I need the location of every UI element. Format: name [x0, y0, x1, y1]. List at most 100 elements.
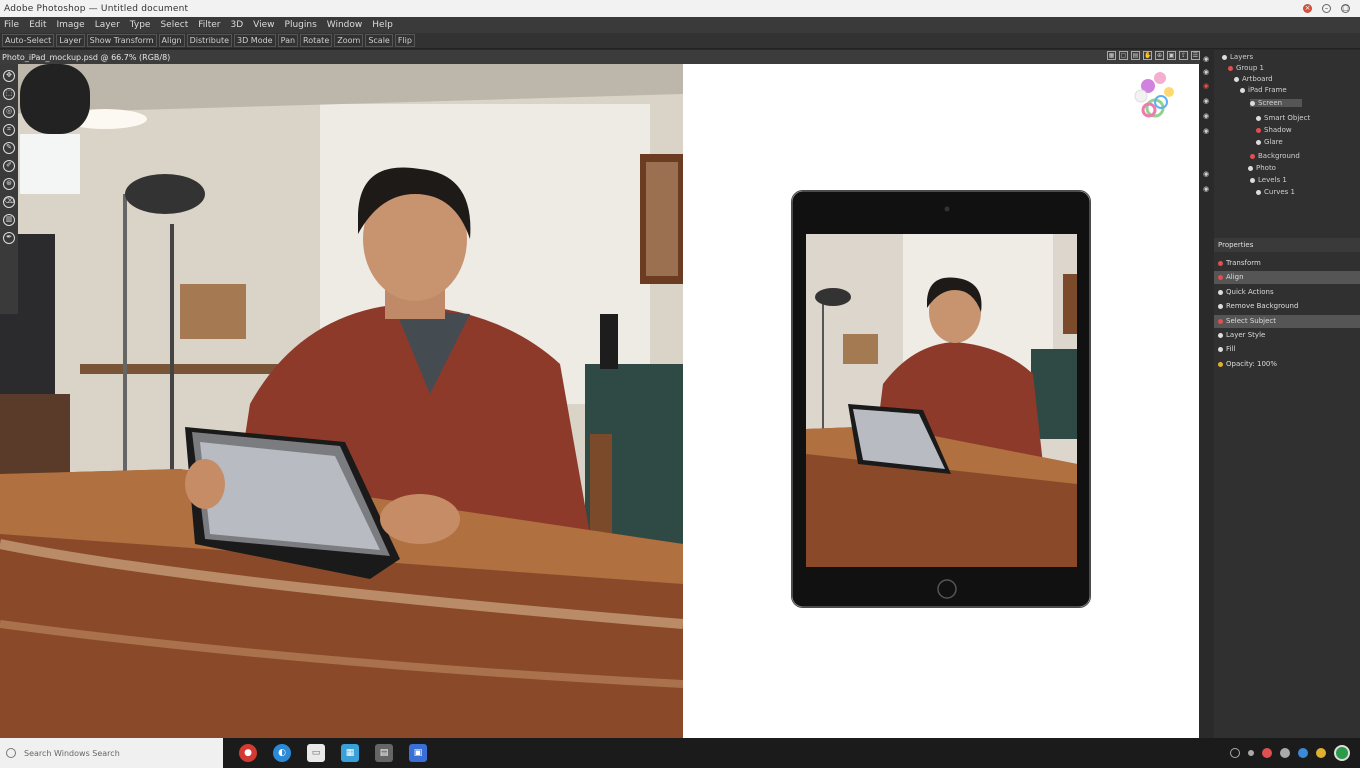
menu-item[interactable]: Layer	[95, 20, 120, 30]
layers-tree-item[interactable]: Photo	[1248, 164, 1276, 172]
menu-item[interactable]: View	[253, 20, 274, 30]
record-icon[interactable]	[1262, 748, 1272, 758]
panel-icon-strip: ◉ ◉ ◉ ◉ ◉ ◉ ◉ ◉	[1200, 50, 1214, 738]
properties-row[interactable]: Layer Style	[1214, 329, 1360, 342]
properties-row-selected[interactable]: Align	[1214, 271, 1360, 284]
layers-tree-item[interactable]: Curves 1	[1256, 188, 1295, 196]
network-icon[interactable]	[1298, 748, 1308, 758]
canvas-photo[interactable]	[0, 64, 683, 738]
layers-tree-item[interactable]: iPad Frame	[1240, 86, 1287, 94]
settings-app-icon[interactable]: ▣	[409, 744, 427, 762]
layers-tree-item[interactable]: Artboard	[1234, 75, 1273, 83]
layers-tree-item[interactable]: Layers	[1222, 53, 1253, 61]
layers-tree-item[interactable]: Levels 1	[1250, 176, 1287, 184]
panel-icon[interactable]: ◉	[1203, 185, 1209, 193]
lasso-tool-icon[interactable]: ◎	[3, 106, 15, 118]
screen-mode-icon[interactable]: ▣	[1167, 51, 1176, 60]
arrange-icon[interactable]: ▤	[1131, 51, 1140, 60]
pen-tool-icon[interactable]: ✒	[3, 232, 15, 244]
option-button[interactable]: Layer	[56, 34, 85, 47]
close-icon[interactable]: ×	[1303, 4, 1312, 13]
properties-row[interactable]: Transform	[1214, 257, 1360, 270]
menu-item[interactable]: Type	[130, 20, 151, 30]
hand-icon[interactable]: ✋	[1143, 51, 1152, 60]
panel-icon[interactable]: ◉	[1203, 97, 1209, 105]
properties-row[interactable]: Fill	[1214, 343, 1360, 356]
panel-icon[interactable]: ◉	[1203, 82, 1209, 90]
search-icon	[6, 748, 16, 758]
window-title: Adobe Photoshop — Untitled document	[4, 3, 189, 14]
store-app-icon[interactable]: ▦	[341, 744, 359, 762]
system-tray	[1230, 745, 1360, 761]
eraser-tool-icon[interactable]: ⌫	[3, 196, 15, 208]
option-button[interactable]: Distribute	[186, 34, 233, 47]
document-tab[interactable]: Photo_iPad_mockup.psd @ 66.7% (RGB/8)	[0, 53, 170, 62]
search-placeholder: Search Windows Search	[24, 748, 120, 758]
layers-tree-item[interactable]: Smart Object	[1256, 114, 1310, 122]
mail-app-icon[interactable]: ▤	[375, 744, 393, 762]
menu-bar: File Edit Image Layer Type Select Filter…	[0, 17, 1360, 33]
minimize-icon[interactable]: –	[1322, 4, 1331, 13]
workspace-icon[interactable]: ☰	[1191, 51, 1200, 60]
menu-item[interactable]: Edit	[29, 20, 46, 30]
option-button[interactable]: 3D Mode	[234, 34, 276, 47]
layers-tree-item[interactable]: Shadow	[1256, 126, 1292, 134]
gradient-tool-icon[interactable]: ▥	[3, 214, 15, 226]
menu-item[interactable]: Select	[160, 20, 188, 30]
canvas-mockup[interactable]	[683, 64, 1199, 738]
taskbar-search[interactable]: Search Windows Search	[0, 738, 223, 768]
menu-item[interactable]: 3D	[231, 20, 244, 30]
menu-item[interactable]: Help	[372, 20, 393, 30]
window-controls: × – □	[1303, 4, 1360, 13]
move-tool-icon[interactable]: ✥	[3, 70, 15, 82]
option-button[interactable]: Show Transform	[86, 34, 157, 47]
option-button[interactable]: Align	[158, 34, 185, 47]
layers-tree-item[interactable]: Background	[1250, 152, 1300, 160]
menu-item[interactable]: File	[4, 20, 19, 30]
action-center-icon[interactable]	[1334, 745, 1350, 761]
option-button[interactable]: Auto-Select	[2, 34, 55, 47]
frame-icon[interactable]: ▢	[1119, 51, 1128, 60]
option-button[interactable]: Pan	[277, 34, 299, 47]
panel-icon[interactable]: ◉	[1203, 112, 1209, 120]
option-button[interactable]: Zoom	[334, 34, 364, 47]
properties-row[interactable]: Quick Actions	[1214, 286, 1360, 299]
panel-icon[interactable]: ◉	[1203, 68, 1209, 76]
properties-row[interactable]: Remove Background	[1214, 300, 1360, 313]
properties-row-selected[interactable]: Select Subject	[1214, 315, 1360, 328]
zoom-icon[interactable]: ⊕	[1155, 51, 1164, 60]
share-icon[interactable]: ⇪	[1179, 51, 1188, 60]
grid-icon[interactable]: ▦	[1107, 51, 1116, 60]
properties-row[interactable]: Opacity: 100%	[1214, 358, 1360, 371]
battery-icon[interactable]	[1316, 748, 1326, 758]
layers-tree-item-selected[interactable]: Screen	[1250, 99, 1303, 107]
option-button[interactable]: Flip	[394, 34, 415, 47]
maximize-icon[interactable]: □	[1341, 4, 1350, 13]
title-bar: Adobe Photoshop — Untitled document × – …	[0, 0, 1360, 17]
photoshop-app-icon[interactable]: ●	[239, 744, 257, 762]
files-app-icon[interactable]: ▭	[307, 744, 325, 762]
menu-item[interactable]: Image	[57, 20, 85, 30]
menu-item[interactable]: Plugins	[285, 20, 317, 30]
view-controls: ▦ ▢ ▤ ✋ ⊕ ▣ ⇪ ☰	[1107, 51, 1200, 60]
panel-icon[interactable]: ◉	[1203, 55, 1209, 63]
panel-icon[interactable]: ◉	[1203, 170, 1209, 178]
eyedropper-tool-icon[interactable]: ✎	[3, 142, 15, 154]
studio-photo	[0, 64, 683, 738]
option-button[interactable]: Rotate	[300, 34, 333, 47]
volume-icon[interactable]	[1280, 748, 1290, 758]
stamp-tool-icon[interactable]: ⊛	[3, 178, 15, 190]
marquee-tool-icon[interactable]: ⬚	[3, 88, 15, 100]
layers-tree-item[interactable]: Group 1	[1228, 64, 1264, 72]
browser-app-icon[interactable]: ◐	[273, 744, 291, 762]
brush-tool-icon[interactable]: ✐	[3, 160, 15, 172]
menu-item[interactable]: Window	[327, 20, 363, 30]
crop-tool-icon[interactable]: ⌗	[3, 124, 15, 136]
wifi-icon[interactable]	[1248, 750, 1254, 756]
option-button[interactable]: Scale	[365, 34, 393, 47]
taskbar: Search Windows Search ● ◐ ▭ ▦ ▤ ▣	[0, 738, 1360, 768]
menu-item[interactable]: Filter	[198, 20, 220, 30]
panel-icon[interactable]: ◉	[1203, 127, 1209, 135]
layers-tree-item[interactable]: Glare	[1256, 138, 1283, 146]
notification-icon[interactable]	[1230, 748, 1240, 758]
